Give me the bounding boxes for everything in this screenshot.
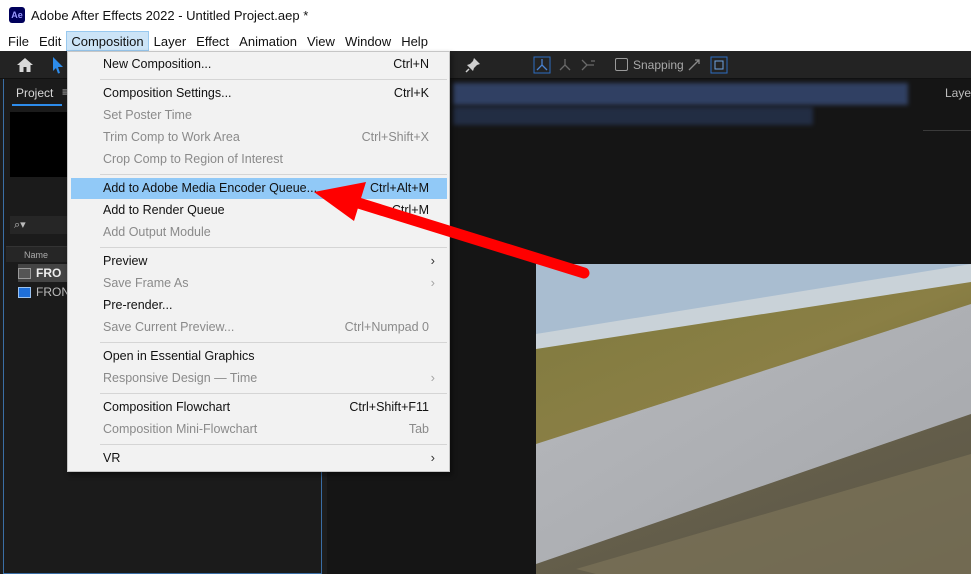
- composition-menu: New Composition... Ctrl+N Composition Set…: [67, 51, 450, 472]
- world-axis-icon[interactable]: [532, 55, 552, 75]
- project-tab[interactable]: Project: [16, 86, 53, 100]
- project-search-input[interactable]: ⌕▾: [10, 216, 70, 234]
- active-tab-indicator: [12, 104, 62, 106]
- local-axis-icon[interactable]: [555, 55, 575, 75]
- menu-item-composition-settings[interactable]: Composition Settings... Ctrl+K: [71, 83, 447, 104]
- menu-separator: [100, 342, 447, 343]
- menu-item-open-in-essential-graphics[interactable]: Open in Essential Graphics: [71, 346, 447, 367]
- menu-help[interactable]: Help: [396, 31, 433, 51]
- composition-icon: [18, 267, 31, 279]
- snap-target-icon[interactable]: [709, 55, 729, 75]
- composition-tab-bar-blurred: [453, 83, 908, 105]
- menu-separator: [100, 174, 447, 175]
- after-effects-logo-icon: Ae: [9, 7, 25, 23]
- menu-separator: [100, 247, 447, 248]
- menu-item-preview[interactable]: Preview ›: [71, 251, 447, 272]
- title-bar: Ae Adobe After Effects 2022 - Untitled P…: [0, 0, 971, 30]
- menu-bar: File Edit Composition Layer Effect Anima…: [0, 30, 971, 51]
- home-icon[interactable]: [15, 55, 35, 75]
- menu-effect[interactable]: Effect: [191, 31, 234, 51]
- pin-tool-icon[interactable]: [463, 55, 483, 75]
- menu-item-add-to-render-queue[interactable]: Add to Render Queue Ctrl+M: [71, 200, 447, 221]
- view-axis-icon[interactable]: [578, 55, 598, 75]
- menu-item-pre-render[interactable]: Pre-render...: [71, 295, 447, 316]
- project-item-label: FRON: [36, 285, 70, 299]
- menu-composition[interactable]: Composition: [66, 30, 149, 51]
- composition-viewer-footage[interactable]: [536, 264, 971, 574]
- menu-item-composition-flowchart[interactable]: Composition Flowchart Ctrl+Shift+F11: [71, 397, 447, 418]
- submenu-chevron-icon: ›: [430, 450, 435, 465]
- snapping-checkbox[interactable]: [615, 58, 628, 71]
- selection-tool-icon[interactable]: [48, 55, 68, 75]
- menu-separator: [100, 393, 447, 394]
- menu-window[interactable]: Window: [340, 31, 396, 51]
- menu-edit[interactable]: Edit: [34, 31, 66, 51]
- menu-file[interactable]: File: [3, 31, 34, 51]
- project-thumbnail: [10, 112, 70, 177]
- menu-item-save-frame-as[interactable]: Save Frame As ›: [71, 273, 447, 294]
- submenu-chevron-icon: ›: [430, 275, 435, 290]
- menu-item-responsive-design-time[interactable]: Responsive Design — Time ›: [71, 368, 447, 389]
- menu-item-new-composition[interactable]: New Composition... Ctrl+N: [71, 54, 447, 75]
- menu-item-trim-comp[interactable]: Trim Comp to Work Area Ctrl+Shift+X: [71, 127, 447, 148]
- footage-icon: [18, 286, 31, 298]
- menu-item-add-to-media-encoder-queue[interactable]: Add to Adobe Media Encoder Queue... Ctrl+…: [71, 178, 447, 199]
- submenu-chevron-icon: ›: [430, 370, 435, 385]
- menu-item-save-current-preview[interactable]: Save Current Preview... Ctrl+Numpad 0: [71, 317, 447, 338]
- submenu-chevron-icon: ›: [430, 253, 435, 268]
- composition-breadcrumb-blurred: [453, 107, 813, 125]
- snapping-label: Snapping: [633, 58, 684, 72]
- menu-item-add-output-module[interactable]: Add Output Module: [71, 222, 447, 243]
- menu-separator: [100, 444, 447, 445]
- menu-item-set-poster-time[interactable]: Set Poster Time: [71, 105, 447, 126]
- project-item-footage[interactable]: FRON: [18, 283, 70, 301]
- road-footage-image: [536, 264, 971, 574]
- menu-layer[interactable]: Layer: [149, 31, 192, 51]
- menu-item-vr[interactable]: VR ›: [71, 448, 447, 469]
- column-header-name[interactable]: Name: [6, 246, 70, 262]
- project-item-composition[interactable]: FRO: [18, 264, 70, 282]
- layer-panel-label: Layer: [945, 86, 971, 100]
- menu-animation[interactable]: Animation: [234, 31, 302, 51]
- snap-options-icon[interactable]: [684, 55, 704, 75]
- menu-view[interactable]: View: [302, 31, 340, 51]
- column-name-label: Name: [24, 250, 49, 260]
- window-title: Adobe After Effects 2022 - Untitled Proj…: [31, 7, 309, 23]
- menu-item-composition-mini-flowchart[interactable]: Composition Mini-Flowchart Tab: [71, 419, 447, 440]
- menu-item-crop-comp[interactable]: Crop Comp to Region of Interest: [71, 149, 447, 170]
- menu-separator: [100, 79, 447, 80]
- search-icon: ⌕▾: [14, 219, 26, 231]
- project-item-label: FRO: [36, 266, 62, 280]
